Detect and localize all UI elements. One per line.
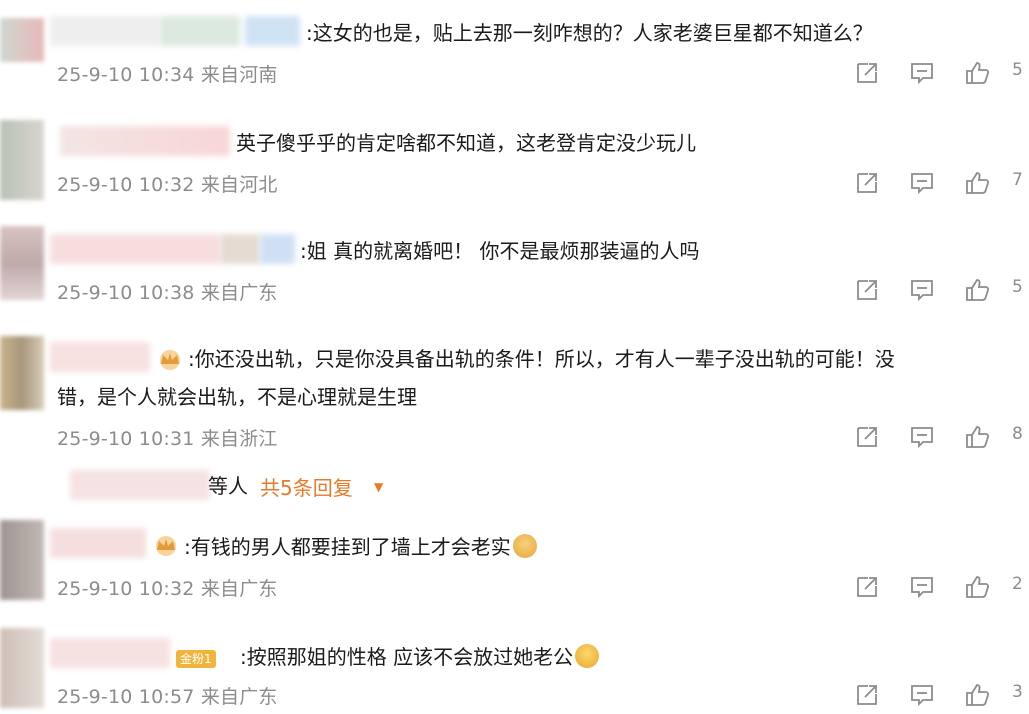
comment-meta: 25-9-10 10:34 来自河南 <box>57 60 278 87</box>
comment-item: :姐 真的就离婚吧！ 你不是最烦那装逼的人吗 25-9-10 10:38 来自广… <box>0 220 1029 330</box>
avatar[interactable] <box>0 520 44 600</box>
comment-time: 25-9-10 10:57 <box>57 686 195 708</box>
username[interactable] <box>50 16 160 46</box>
comment-item: 金粉1 :按照那姐的性格 应该不会放过她老公 25-9-10 10:57 来自广… <box>0 620 1029 714</box>
crown-icon <box>156 536 176 556</box>
comment-location: 来自河南 <box>200 64 278 86</box>
comment-icon[interactable] <box>909 277 935 303</box>
reply-name-tail: 等人 <box>208 474 248 498</box>
comment-time: 25-9-10 10:34 <box>57 64 195 86</box>
comment-time: 25-9-10 10:32 <box>57 174 195 196</box>
username[interactable] <box>220 234 260 264</box>
username[interactable] <box>60 126 230 156</box>
comment-meta: 25-9-10 10:38 来自广东 <box>57 278 278 305</box>
thumbs-up-icon[interactable] <box>964 424 990 450</box>
comment-icon[interactable] <box>909 574 935 600</box>
comment-item: :有钱的男人都要挂到了墙上才会老实 25-9-10 10:32 来自广东 2 <box>0 510 1029 620</box>
comment-location: 来自广东 <box>200 686 278 708</box>
comment-actions: 5 <box>854 275 1029 305</box>
comment-text: 英子傻乎乎的肯定啥都不知道，这老登肯定没少玩儿 <box>236 131 696 155</box>
comment-icon[interactable] <box>909 60 935 86</box>
comment-location: 来自广东 <box>200 578 278 600</box>
view-replies-link[interactable]: 共5条回复 <box>260 472 353 501</box>
comment-meta: 25-9-10 10:32 来自广东 <box>57 574 278 601</box>
comment-text: :姐 真的就离婚吧！ 你不是最烦那装逼的人吗 <box>300 239 700 263</box>
thumbs-up-icon[interactable] <box>964 574 990 600</box>
comment-time: 25-9-10 10:31 <box>57 428 195 450</box>
share-icon[interactable] <box>854 277 880 303</box>
comment-meta: 25-9-10 10:32 来自河北 <box>57 170 278 197</box>
like-count: 5 <box>1012 60 1023 80</box>
avatar[interactable] <box>0 336 44 410</box>
comment-location: 来自河北 <box>200 174 278 196</box>
like-count: 5 <box>1012 277 1023 297</box>
comment-icon[interactable] <box>909 424 935 450</box>
like-count: 8 <box>1012 424 1023 444</box>
avatar[interactable] <box>0 18 44 62</box>
comment-location: 来自广东 <box>200 282 278 304</box>
comment-item: :这女的也是，贴上去那一刻咋想的？人家老婆巨星都不知道么？ 25-9-10 10… <box>0 0 1029 110</box>
comment-text-line1: :你还没出轨，只是你没具备出轨的条件！所以，才有人一辈子没出轨的可能！没 <box>188 347 895 371</box>
like-count: 3 <box>1012 682 1023 702</box>
reply-usernames[interactable] <box>70 470 210 500</box>
share-icon[interactable] <box>854 682 880 708</box>
comment-text: :按照那姐的性格 应该不会放过她老公 <box>240 642 600 672</box>
share-icon[interactable] <box>854 424 880 450</box>
share-icon[interactable] <box>854 60 880 86</box>
share-icon[interactable] <box>854 170 880 196</box>
comment-time: 25-9-10 10:32 <box>57 578 195 600</box>
thumbs-up-icon[interactable] <box>964 277 990 303</box>
thumbs-up-icon[interactable] <box>964 60 990 86</box>
fan-badge[interactable]: 金粉1 <box>176 650 216 668</box>
comment-meta: 25-9-10 10:31 来自浙江 <box>57 424 278 451</box>
laughing-emoji-icon <box>575 644 600 668</box>
username[interactable] <box>50 638 170 668</box>
comment-icon[interactable] <box>909 170 935 196</box>
comment-text: :这女的也是，贴上去那一刻咋想的？人家老婆巨星都不知道么？ <box>306 21 873 45</box>
username[interactable] <box>50 234 220 264</box>
avatar[interactable] <box>0 628 44 708</box>
comment-meta: 25-9-10 10:57 来自广东 <box>57 682 278 709</box>
comment-text-body: :按照那姐的性格 应该不会放过她老公 <box>240 645 574 669</box>
avatar[interactable] <box>0 226 44 300</box>
username[interactable] <box>160 16 240 46</box>
avatar[interactable] <box>0 120 44 200</box>
like-count: 2 <box>1012 574 1023 594</box>
comment-location: 来自浙江 <box>200 428 278 450</box>
like-count: 7 <box>1012 170 1023 190</box>
thumbs-up-icon[interactable] <box>964 170 990 196</box>
crown-icon <box>160 350 180 370</box>
comment-item: 英子傻乎乎的肯定啥都不知道，这老登肯定没少玩儿 25-9-10 10:32 来自… <box>0 110 1029 220</box>
comment-text-line2: 错，是个人就会出轨，不是心理就是生理 <box>57 385 417 409</box>
username[interactable] <box>260 234 295 264</box>
comment-actions: 5 <box>854 58 1029 88</box>
thumbs-up-icon[interactable] <box>964 682 990 708</box>
chevron-down-icon[interactable]: ▼ <box>374 480 383 494</box>
username[interactable] <box>245 16 300 46</box>
comment-actions: 8 <box>854 422 1029 452</box>
comment-actions: 3 <box>854 680 1029 710</box>
comment-text: :有钱的男人都要挂到了墙上才会老实 <box>184 532 537 562</box>
username[interactable] <box>50 342 150 372</box>
comment-actions: 7 <box>854 168 1029 198</box>
comment-actions: 2 <box>854 572 1029 602</box>
share-icon[interactable] <box>854 574 880 600</box>
comment-icon[interactable] <box>909 682 935 708</box>
dog-emoji-icon <box>512 534 537 558</box>
comment-item: :你还没出轨，只是你没具备出轨的条件！所以，才有人一辈子没出轨的可能！没 错，是… <box>0 330 1029 510</box>
username[interactable] <box>50 528 146 558</box>
comment-text-body: :有钱的男人都要挂到了墙上才会老实 <box>184 535 511 559</box>
comment-time: 25-9-10 10:38 <box>57 282 195 304</box>
